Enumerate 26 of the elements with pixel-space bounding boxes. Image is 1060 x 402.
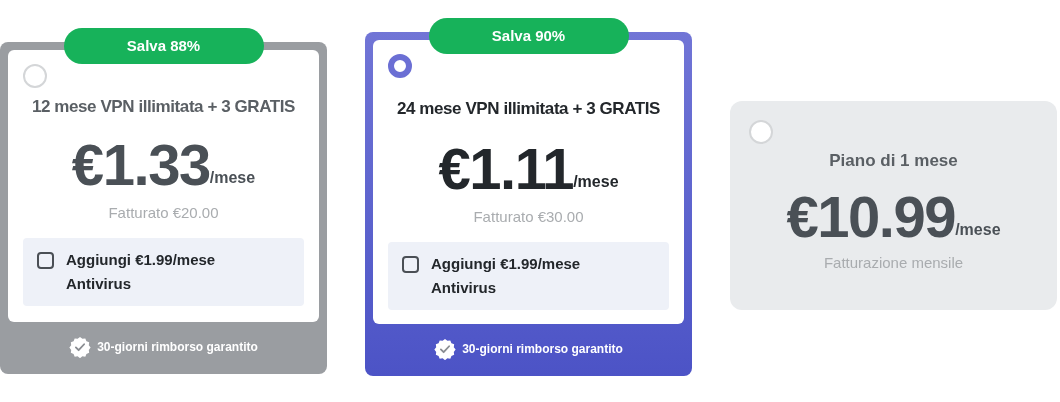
billing-text: Fatturazione mensile bbox=[822, 252, 965, 273]
guarantee-text: 30-giorni rimborso garantito bbox=[462, 341, 623, 358]
plan-title: 24 mese VPN illimitata + 3 GRATIS bbox=[396, 98, 661, 120]
price-period: /mese bbox=[573, 172, 619, 192]
guarantee-text: 30-giorni rimborso garantito bbox=[97, 339, 258, 356]
savings-badge: Salva 88% bbox=[63, 28, 264, 64]
billing-text: Fatturato €20.00 bbox=[107, 202, 220, 223]
price-period: /mese bbox=[955, 220, 1001, 240]
plan-card[interactable]: Piano di 1 mese €10.99/mese Fatturazione mensile bbox=[730, 101, 1057, 310]
savings-badge: Salva 90% bbox=[428, 18, 629, 54]
addon-label: Aggiungi €1.99/mese bbox=[66, 250, 216, 270]
price: €1.33 bbox=[71, 135, 210, 194]
addon-checkbox[interactable] bbox=[37, 252, 54, 269]
check-badge-icon bbox=[434, 338, 457, 360]
check-badge-icon bbox=[69, 336, 92, 358]
price: €10.99 bbox=[786, 187, 956, 246]
plan-title: 12 mese VPN illimitata + 3 GRATIS bbox=[31, 96, 296, 118]
billing-text: Fatturato €30.00 bbox=[472, 206, 585, 227]
plan-title: Piano di 1 mese bbox=[828, 150, 959, 172]
price: €1.11 bbox=[438, 139, 574, 198]
price-period: /mese bbox=[209, 168, 256, 188]
addon-checkbox[interactable] bbox=[402, 256, 419, 273]
addon-label: Antivirus bbox=[66, 274, 132, 294]
radio-button[interactable] bbox=[388, 54, 412, 78]
addon-label: Antivirus bbox=[431, 278, 497, 298]
addon-label: Aggiungi €1.99/mese bbox=[431, 254, 581, 274]
